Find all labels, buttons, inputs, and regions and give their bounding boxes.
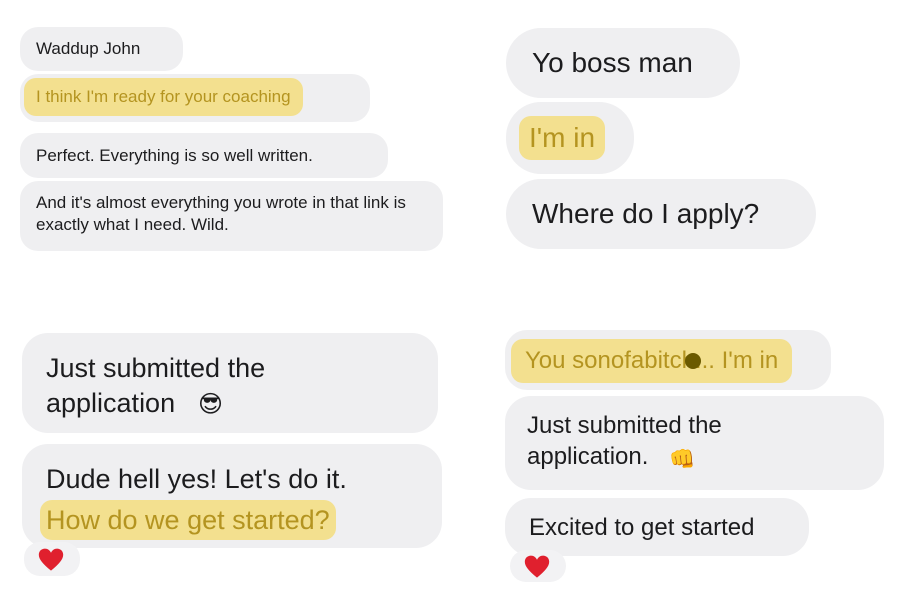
message-text: Yo boss man bbox=[532, 47, 693, 78]
sunglasses-emoji-icon: 😎 bbox=[198, 390, 224, 418]
message-bubble: Waddup John bbox=[20, 27, 183, 71]
highlighted-message-text: You sonofabitch... I'm in bbox=[511, 339, 793, 383]
message-text: Excited to get started bbox=[529, 514, 755, 541]
message-bubble: You sonofabitch... I'm in bbox=[505, 330, 831, 390]
message-text: Just submitted the application bbox=[46, 353, 266, 419]
message-bubble: Excited to get started bbox=[505, 498, 809, 556]
highlighted-message-text: How do we get started? bbox=[40, 500, 336, 540]
message-bubble: Yo boss man bbox=[506, 28, 740, 98]
message-bubble: I think I'm ready for your coaching bbox=[20, 74, 370, 122]
message-bubble: Where do I apply? bbox=[506, 179, 816, 249]
message-text: Waddup John bbox=[36, 39, 141, 58]
message-text: And it's almost everything you wrote in … bbox=[36, 193, 406, 235]
message-text: Dude hell yes! Let's do it. bbox=[46, 464, 347, 494]
message-bubble: Perfect. Everything is so well written. bbox=[20, 133, 388, 178]
message-bubble: I'm in bbox=[506, 102, 634, 174]
message-text: Where do I apply? bbox=[532, 198, 760, 229]
heart-reaction-icon bbox=[524, 555, 550, 578]
heart-reaction-icon bbox=[38, 548, 64, 571]
highlighted-message-text: I'm in bbox=[519, 116, 606, 160]
fist-bump-emoji-icon: 👊 bbox=[669, 447, 696, 471]
message-bubble: Just submitted the application. 👊 bbox=[505, 396, 884, 490]
message-bubble: Dude hell yes! Let's do it. How do we ge… bbox=[22, 444, 442, 548]
highlighted-message-text: I think I'm ready for your coaching bbox=[24, 78, 303, 116]
cursor-dot-icon bbox=[685, 353, 701, 369]
message-bubble: Just submitted the application 😎 bbox=[22, 333, 438, 433]
message-bubble: And it's almost everything you wrote in … bbox=[20, 181, 443, 251]
message-text: Just submitted the application. bbox=[527, 412, 722, 471]
message-text: Perfect. Everything is so well written. bbox=[36, 146, 313, 165]
